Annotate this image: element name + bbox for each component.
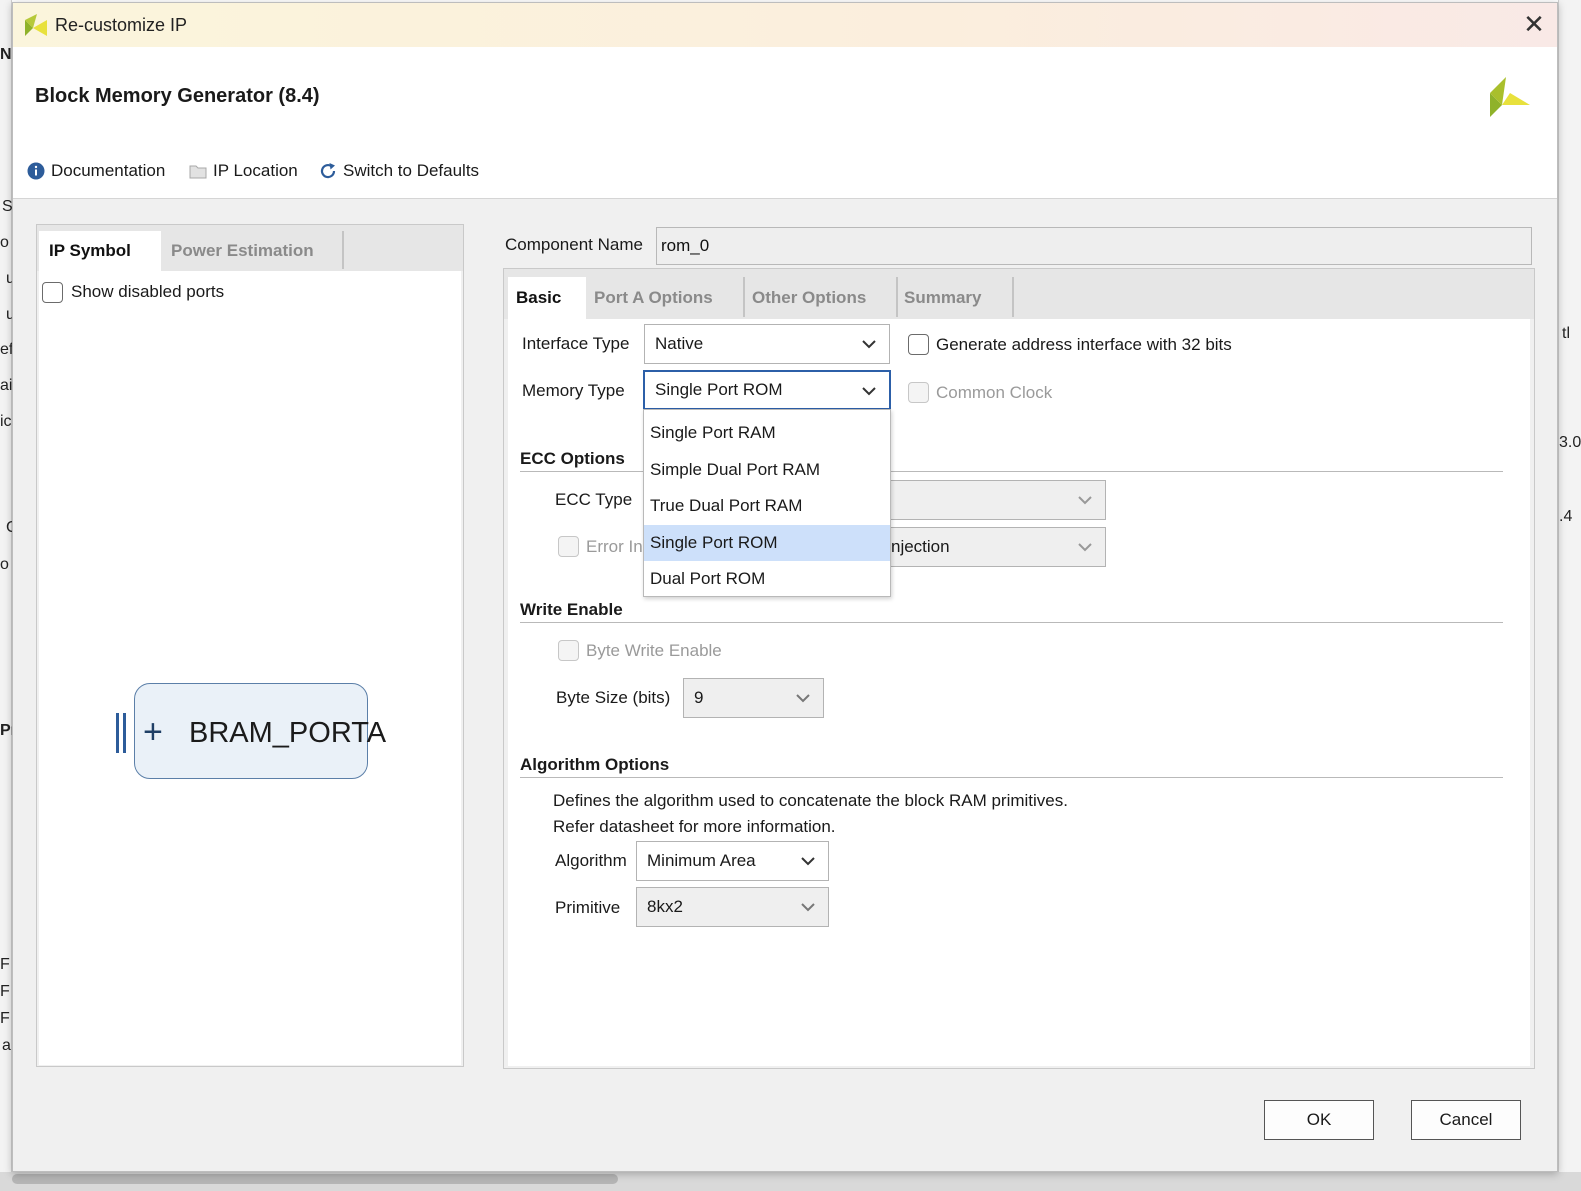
byte-write-enable-checkbox[interactable] xyxy=(558,640,579,661)
algorithm-description-line-2: Refer datasheet for more information. xyxy=(553,817,836,836)
bg-fragment: o xyxy=(0,234,9,251)
ip-location-button[interactable]: IP Location xyxy=(189,161,298,181)
algorithm-select[interactable]: Minimum Area xyxy=(636,841,829,881)
ip-symbol-panel: IP Symbol Power Estimation Show disabled… xyxy=(36,224,464,1067)
chevron-down-icon xyxy=(801,857,815,866)
algorithm-options-title: Algorithm Options xyxy=(520,755,670,774)
primitive-value: 8kx2 xyxy=(647,897,683,916)
option-true-dual-port-ram[interactable]: True Dual Port RAM xyxy=(644,488,890,524)
tab-summary[interactable]: Summary xyxy=(896,277,989,319)
ip-location-label: IP Location xyxy=(213,161,298,180)
error-injection-checkbox[interactable] xyxy=(558,536,579,557)
cancel-button[interactable]: Cancel xyxy=(1411,1100,1521,1140)
bg-fragment: ai xyxy=(0,377,13,394)
bg-fragment: ic xyxy=(0,413,12,430)
chevron-down-icon xyxy=(862,387,876,396)
memory-type-dropdown: Single Port RAM Simple Dual Port RAM Tru… xyxy=(643,409,891,597)
error-injection-select[interactable]: njection xyxy=(868,527,1106,567)
background-app-right-strip: tl 3.0 .4 xyxy=(1558,0,1581,1191)
documentation-label: Documentation xyxy=(51,161,166,180)
memory-type-value: Single Port ROM xyxy=(655,380,783,399)
memory-type-select[interactable]: Single Port ROM xyxy=(643,370,891,410)
bg-fragment: F xyxy=(0,1010,10,1027)
write-enable-title: Write Enable xyxy=(520,600,623,619)
folder-icon xyxy=(189,165,207,179)
component-name-input[interactable] xyxy=(656,227,1532,265)
switch-to-defaults-label: Switch to Defaults xyxy=(343,161,480,180)
algorithm-description-line-1: Defines the algorithm used to concatenat… xyxy=(553,791,1068,810)
bg-fragment: F xyxy=(0,983,10,1000)
page-title: Block Memory Generator (8.4) xyxy=(35,85,320,107)
chevron-down-icon xyxy=(796,694,810,703)
bg-fragment: tl xyxy=(1562,325,1570,342)
ip-symbol-canvas: Show disabled ports + BRAM_PORTA xyxy=(39,271,461,1065)
info-icon xyxy=(27,162,45,180)
background-scrollbar-thumb[interactable] xyxy=(12,1174,618,1184)
window-title: Re-customize IP xyxy=(55,15,188,35)
bram-port-label: BRAM_PORTA xyxy=(189,717,387,749)
refresh-icon xyxy=(320,163,336,179)
interface-type-select[interactable]: Native xyxy=(644,324,890,364)
re-customize-ip-dialog: Re-customize IP ✕ Block Memory Generator… xyxy=(12,2,1558,1172)
memory-type-label: Memory Type xyxy=(522,381,625,400)
bus-pin-icon xyxy=(116,713,126,753)
section-divider xyxy=(520,777,1503,778)
title-bar[interactable]: Re-customize IP ✕ xyxy=(13,3,1557,47)
option-single-port-rom[interactable]: Single Port ROM xyxy=(644,525,890,561)
documentation-link[interactable]: Documentation xyxy=(27,161,165,181)
expand-port-icon[interactable]: + xyxy=(143,715,163,749)
primitive-label: Primitive xyxy=(555,898,621,917)
switch-to-defaults-button[interactable]: Switch to Defaults xyxy=(319,161,479,181)
option-dual-port-rom[interactable]: Dual Port ROM xyxy=(644,561,890,597)
chevron-down-icon xyxy=(1078,543,1092,552)
tab-port-a-options[interactable]: Port A Options xyxy=(586,277,721,319)
option-single-port-ram[interactable]: Single Port RAM xyxy=(644,415,890,451)
chevron-down-icon xyxy=(801,903,815,912)
tab-divider xyxy=(1012,277,1014,317)
section-divider xyxy=(520,622,1503,623)
bg-fragment: F xyxy=(0,956,10,973)
tab-other-options[interactable]: Other Options xyxy=(744,277,874,319)
xilinx-logo-icon xyxy=(1490,77,1530,117)
dialog-header: Block Memory Generator (8.4) Documentati… xyxy=(13,47,1557,199)
ecc-options-title: ECC Options xyxy=(520,449,625,468)
ecc-type-label: ECC Type xyxy=(555,490,633,509)
show-disabled-ports-checkbox[interactable] xyxy=(42,282,63,303)
primitive-select[interactable]: 8kx2 xyxy=(636,887,829,927)
algorithm-value: Minimum Area xyxy=(647,851,756,870)
generate-address-checkbox[interactable] xyxy=(908,334,929,355)
tab-power-estimation[interactable]: Power Estimation xyxy=(161,231,324,271)
tab-ip-symbol[interactable]: IP Symbol xyxy=(39,231,161,271)
interface-type-label: Interface Type xyxy=(522,334,630,353)
component-name-label: Component Name xyxy=(505,235,643,254)
common-clock-checkbox[interactable] xyxy=(908,382,929,403)
interface-type-value: Native xyxy=(655,334,704,353)
bg-fragment: a xyxy=(2,1037,11,1054)
left-tab-bar: IP Symbol Power Estimation xyxy=(37,225,463,271)
bg-fragment: .4 xyxy=(1559,508,1573,525)
generate-address-label: Generate address interface with 32 bits xyxy=(936,335,1232,354)
byte-size-select[interactable]: 9 xyxy=(683,678,824,718)
byte-size-label: Byte Size (bits) xyxy=(556,688,671,707)
background-app-left-strip: N. S o u u ef ai ic C o Pr F F F a xyxy=(0,0,18,1191)
config-tab-bar: Basic Port A Options Other Options Summa… xyxy=(504,269,1534,319)
ecc-type-select[interactable] xyxy=(868,480,1106,520)
show-disabled-ports-label: Show disabled ports xyxy=(71,282,225,301)
close-button[interactable]: ✕ xyxy=(1517,9,1551,41)
tab-basic[interactable]: Basic xyxy=(508,277,586,319)
byte-write-enable-label: Byte Write Enable xyxy=(586,641,722,660)
chevron-down-icon xyxy=(1078,496,1092,505)
bg-fragment: 3.0 xyxy=(1559,434,1581,451)
common-clock-label: Common Clock xyxy=(936,383,1053,402)
error-injection-label: Error In xyxy=(586,537,643,556)
vivado-logo-icon xyxy=(25,14,47,36)
ok-button[interactable]: OK xyxy=(1264,1100,1374,1140)
byte-size-value: 9 xyxy=(694,688,704,707)
chevron-down-icon xyxy=(862,340,876,349)
bg-fragment: o xyxy=(0,556,9,573)
option-simple-dual-port-ram[interactable]: Simple Dual Port RAM xyxy=(644,452,890,488)
tab-divider xyxy=(342,231,344,269)
algorithm-label: Algorithm xyxy=(555,851,627,870)
